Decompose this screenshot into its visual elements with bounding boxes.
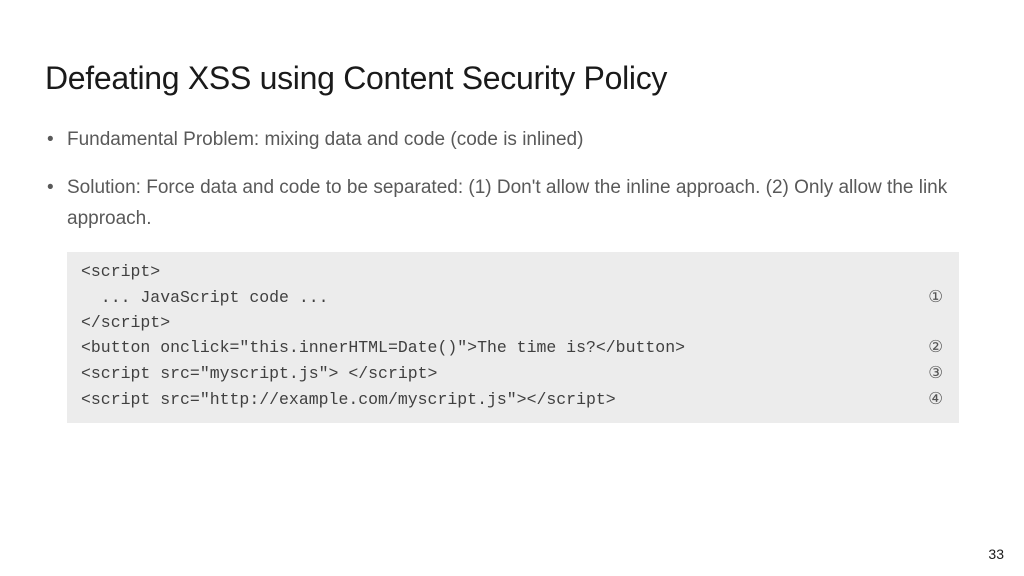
code-marker: ② <box>928 335 945 360</box>
code-text: ... JavaScript code ... <box>81 286 329 311</box>
code-text: </script> <box>81 311 170 336</box>
code-marker: ① <box>928 285 945 310</box>
code-line: <script src="myscript.js"> </script> ③ <box>81 361 945 387</box>
code-text: <button onclick="this.innerHTML=Date()">… <box>81 336 685 361</box>
slide-title: Defeating XSS using Content Security Pol… <box>45 60 979 97</box>
bullet-list: Fundamental Problem: mixing data and cod… <box>45 125 979 234</box>
code-line: ... JavaScript code ... ① <box>81 285 945 311</box>
code-line: <script src="http://example.com/myscript… <box>81 387 945 413</box>
bullet-item: Solution: Force data and code to be sepa… <box>45 173 979 234</box>
code-marker: ④ <box>928 387 945 412</box>
code-line: </script> <box>81 311 945 336</box>
code-line: <button onclick="this.innerHTML=Date()">… <box>81 335 945 361</box>
code-text: <script> <box>81 260 160 285</box>
slide-content: Defeating XSS using Content Security Pol… <box>0 0 1024 423</box>
bullet-item: Fundamental Problem: mixing data and cod… <box>45 125 979 155</box>
code-marker: ③ <box>928 361 945 386</box>
code-text: <script src="myscript.js"> </script> <box>81 362 437 387</box>
code-line: <script> <box>81 260 945 285</box>
page-number: 33 <box>988 546 1004 562</box>
code-text: <script src="http://example.com/myscript… <box>81 388 616 413</box>
code-block: <script> ... JavaScript code ... ① </scr… <box>67 252 959 423</box>
